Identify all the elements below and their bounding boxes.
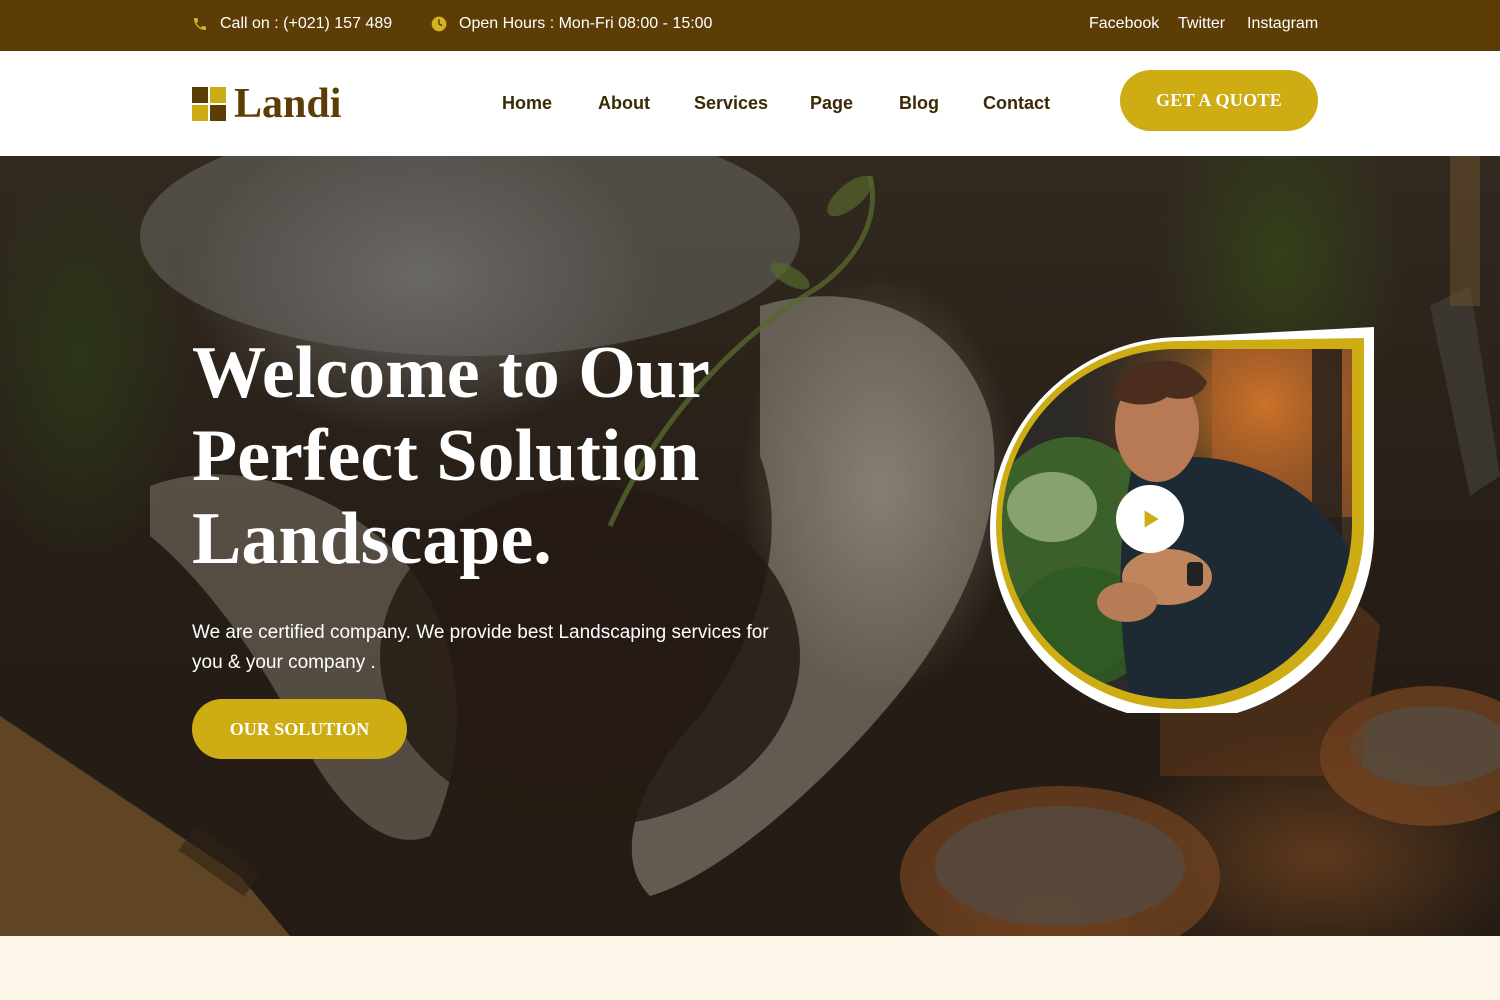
- hero-description: We are certified company. We provide bes…: [192, 622, 769, 673]
- hours-text: Open Hours : Mon-Fri 08:00 - 15:00: [459, 15, 713, 32]
- hero-title-line: Perfect Solution: [192, 415, 700, 497]
- phone-icon: [192, 16, 208, 32]
- nav-about[interactable]: About: [598, 93, 650, 114]
- nav-blog[interactable]: Blog: [899, 93, 939, 114]
- logo-mark-icon: [192, 87, 226, 121]
- nav-home[interactable]: Home: [502, 93, 552, 114]
- logo-text: Landi: [234, 81, 342, 127]
- clock-icon: [431, 16, 447, 32]
- hero-title-line: Landscape.: [192, 498, 552, 580]
- logo[interactable]: Landi: [192, 81, 342, 127]
- our-solution-button[interactable]: OUR SOLUTION: [192, 699, 407, 759]
- main-header: Landi Home About Services Page Blog Cont…: [0, 51, 1500, 156]
- hero-title: Welcome to Our Perfect Solution Landscap…: [192, 332, 812, 581]
- phone-info: Call on : (+021) 157 489: [192, 15, 392, 33]
- get-a-quote-button[interactable]: GET A QUOTE: [1120, 70, 1318, 131]
- next-section-background: [0, 936, 1500, 1000]
- top-info-bar: Call on : (+021) 157 489 Open Hours : Mo…: [0, 0, 1500, 51]
- nav-services[interactable]: Services: [694, 93, 768, 114]
- play-icon: [1144, 510, 1159, 528]
- nav-contact[interactable]: Contact: [983, 93, 1050, 114]
- phone-text: Call on : (+021) 157 489: [220, 15, 393, 32]
- play-video-button[interactable]: [1116, 485, 1184, 553]
- hero-title-line: Welcome to Our: [192, 332, 710, 414]
- hero-section: Welcome to Our Perfect Solution Landscap…: [0, 156, 1500, 936]
- instagram-link[interactable]: Instagram: [1247, 15, 1318, 33]
- nav-page[interactable]: Page: [810, 93, 853, 114]
- facebook-link[interactable]: Facebook: [1089, 15, 1159, 33]
- hours-info: Open Hours : Mon-Fri 08:00 - 15:00: [431, 15, 712, 33]
- twitter-link[interactable]: Twitter: [1178, 15, 1225, 33]
